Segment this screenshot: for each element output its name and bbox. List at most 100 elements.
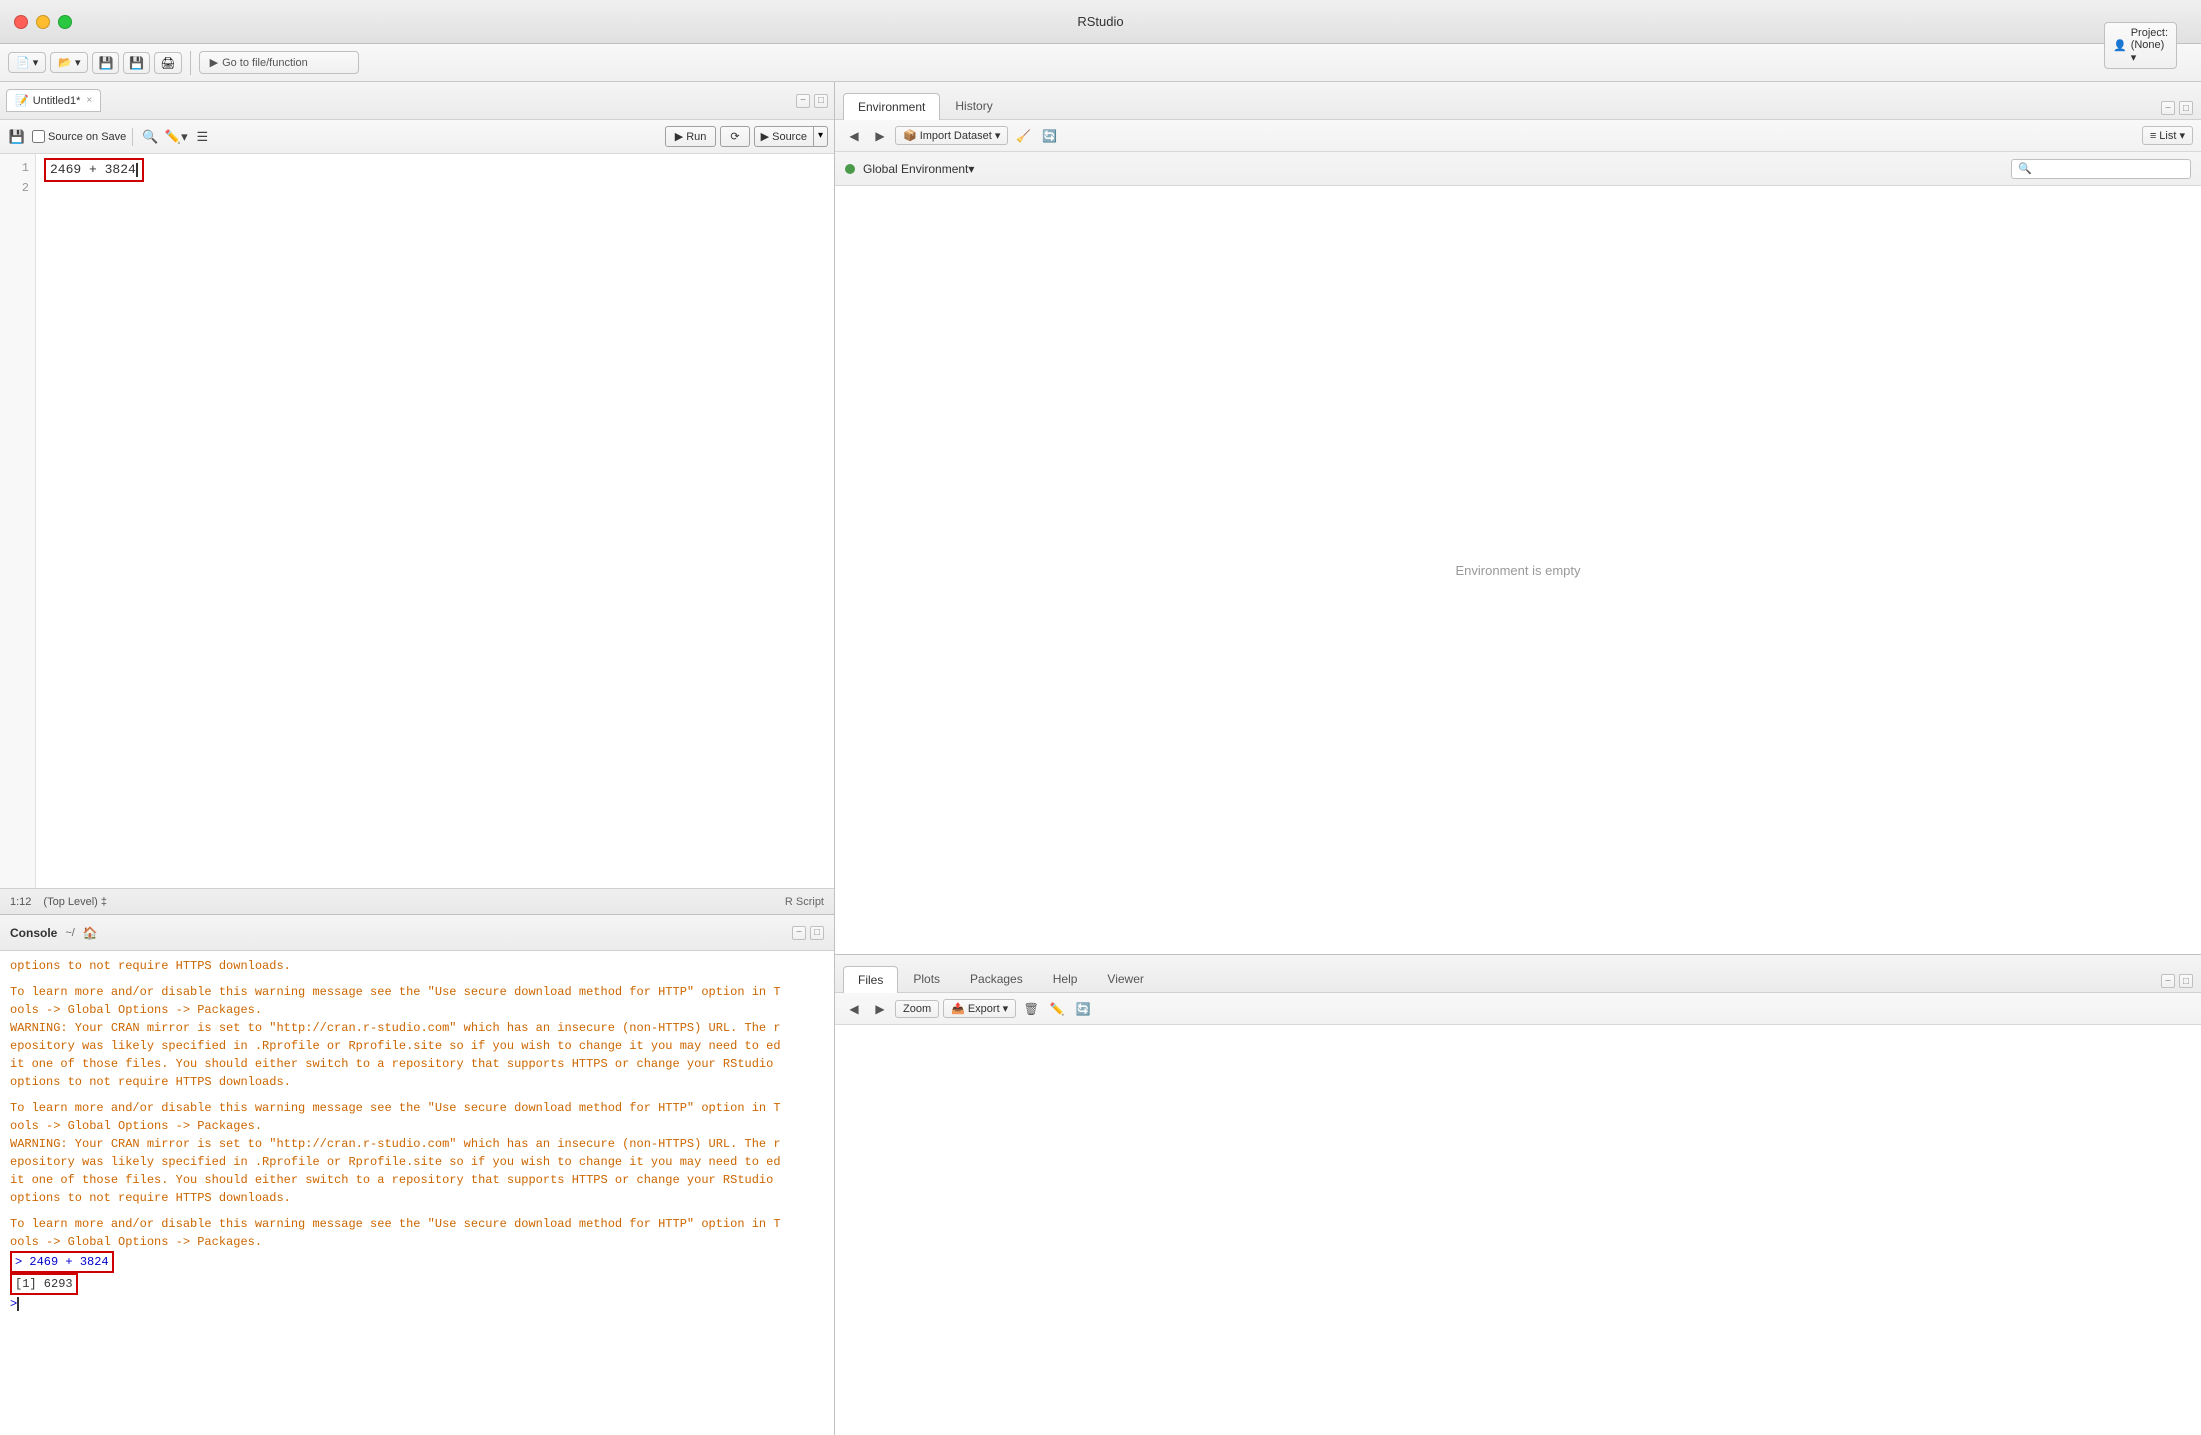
source-dropdown-button[interactable]: ▾: [814, 126, 828, 147]
maximize-button[interactable]: [58, 15, 72, 29]
menubar-separator: [190, 51, 191, 75]
run-label: Run: [686, 131, 706, 143]
source-label: Source: [772, 131, 807, 143]
env-forward-icon[interactable]: ▶: [869, 125, 891, 147]
env-tab-bar: Environment History − □: [835, 82, 2201, 120]
tab-history[interactable]: History: [940, 92, 1007, 119]
run-button[interactable]: ▶ Run: [665, 126, 717, 147]
save-button[interactable]: 💾: [92, 52, 119, 74]
env-section: Environment History − □ ◀ ▶ 📦 Import Dat…: [835, 82, 2201, 955]
env-search-input[interactable]: [2011, 159, 2191, 179]
script-type-label: R Script: [785, 896, 824, 908]
files-section: Files Plots Packages Help Viewer − □ ◀ ▶…: [835, 955, 2201, 1435]
app-title: RStudio: [1077, 14, 1123, 29]
open-file-button[interactable]: 📂 ▾: [50, 52, 88, 73]
rerun-button[interactable]: ⟳: [720, 126, 749, 147]
import-dataset-button[interactable]: 📦 Import Dataset ▾: [895, 126, 1008, 145]
import-icon: 📦: [903, 129, 917, 142]
code-area[interactable]: 2469 + 3824: [36, 154, 834, 888]
plots-back-icon[interactable]: ◀: [843, 998, 865, 1020]
plots-edit-icon[interactable]: ✏️: [1046, 998, 1068, 1020]
zoom-label: Zoom: [903, 1003, 931, 1015]
minimize-button[interactable]: [36, 15, 50, 29]
tab-help[interactable]: Help: [1038, 965, 1093, 992]
console-spacer1: [10, 975, 824, 983]
tab-packages[interactable]: Packages: [955, 965, 1038, 992]
rerun-icon: ⟳: [730, 130, 739, 143]
right-panel: Environment History − □ ◀ ▶ 📦 Import Dat…: [835, 82, 2201, 1435]
editor-content[interactable]: 1 2 2469 + 3824: [0, 154, 834, 888]
editor-section: 📝 Untitled1* × − □ 💾 Source on Save: [0, 82, 834, 915]
env-refresh-icon[interactable]: 🔄: [1038, 125, 1060, 147]
source-on-save-input[interactable]: [32, 130, 45, 143]
code-line-1: 2469 + 3824: [44, 158, 826, 182]
console-warning-5c: it one of those files. You should either…: [10, 1171, 824, 1189]
console-warning-6b: ools -> Global Options -> Packages.: [10, 1233, 824, 1251]
console-content[interactable]: options to not require HTTPS downloads. …: [0, 951, 834, 1435]
tab-viewer[interactable]: Viewer: [1092, 965, 1158, 992]
source-button[interactable]: ▶ Source: [754, 126, 814, 147]
console-path-icon[interactable]: 🏠: [83, 926, 98, 940]
editor-minimize-button[interactable]: −: [796, 94, 810, 108]
console-warning-4: To learn more and/or disable this warnin…: [10, 1099, 824, 1117]
chunk-icon[interactable]: ☰: [191, 126, 213, 148]
export-button-group: 📤 Export ▾: [943, 999, 1016, 1018]
env-empty-message: Environment is empty: [835, 186, 2201, 954]
console-command-line: > > 2469 + 3824 2469 + 3824: [10, 1251, 824, 1273]
line-number-1: 1: [0, 158, 35, 178]
files-maximize-button[interactable]: □: [2179, 974, 2193, 988]
line-number-2: 2: [0, 178, 35, 198]
goto-label: Go to file/function: [222, 57, 308, 69]
global-env-button[interactable]: Global Environment▾: [863, 162, 974, 176]
env-minimize-button[interactable]: −: [2161, 101, 2175, 115]
files-minimize-button[interactable]: −: [2161, 974, 2175, 988]
console-warning-4b: ools -> Global Options -> Packages.: [10, 1117, 824, 1135]
new-file-icon: 📄: [16, 56, 30, 69]
tab-plots[interactable]: Plots: [898, 965, 955, 992]
console-warning-5a: WARNING: Your CRAN mirror is set to "htt…: [10, 1135, 824, 1153]
export-button[interactable]: 📤 Export ▾: [943, 999, 1016, 1018]
source-button-group: ▶ Source ▾: [754, 126, 828, 147]
tab-close-button[interactable]: ×: [86, 95, 92, 106]
plots-refresh-icon[interactable]: 🔄: [1072, 998, 1094, 1020]
plots-delete-icon[interactable]: 🗑: [1020, 998, 1042, 1020]
list-button[interactable]: ≡ List ▾: [2142, 126, 2193, 145]
export-icon: 📤: [951, 1002, 965, 1015]
global-env-dot: [845, 164, 855, 174]
console-title: Console: [10, 926, 57, 940]
new-file-button[interactable]: 📄 ▾: [8, 52, 46, 73]
console-spacer2: [10, 1091, 824, 1099]
save-toolbar-icon[interactable]: 💾: [6, 126, 28, 148]
console-warning-5d: options to not require HTTPS downloads.: [10, 1189, 824, 1207]
save-all-icon: 💾: [129, 56, 144, 70]
search-toolbar-icon[interactable]: 🔍: [139, 126, 161, 148]
env-clear-icon[interactable]: 🧹: [1012, 125, 1034, 147]
console-warning-3c: it one of those files. You should either…: [10, 1055, 824, 1073]
save-all-button[interactable]: 💾: [123, 52, 150, 74]
source-on-save-checkbox[interactable]: Source on Save: [32, 130, 126, 143]
env-empty-text: Environment is empty: [1456, 563, 1581, 578]
console-prompt-line[interactable]: >: [10, 1295, 824, 1313]
console-active-prompt: >: [10, 1295, 17, 1313]
tab-files[interactable]: Files: [843, 966, 898, 993]
editor-tab-untitled1[interactable]: 📝 Untitled1* ×: [6, 89, 101, 112]
editor-maximize-button[interactable]: □: [814, 94, 828, 108]
main-layout: 📝 Untitled1* × − □ 💾 Source on Save: [0, 82, 2201, 1435]
goto-file-button[interactable]: ▶ Go to file/function: [199, 51, 359, 74]
project-icon: 👤: [2113, 39, 2127, 52]
env-back-icon[interactable]: ◀: [843, 125, 865, 147]
window-controls: [14, 15, 72, 29]
print-button[interactable]: 🖨: [154, 52, 181, 74]
code-tools-icon[interactable]: ✏️▾: [165, 126, 187, 148]
zoom-button[interactable]: Zoom: [895, 1000, 939, 1018]
console-spacer3: [10, 1207, 824, 1215]
env-maximize-button[interactable]: □: [2179, 101, 2193, 115]
close-button[interactable]: [14, 15, 28, 29]
console-minimize-button[interactable]: −: [792, 926, 806, 940]
console-maximize-button[interactable]: □: [810, 926, 824, 940]
line-numbers: 1 2: [0, 154, 36, 888]
tab-environment[interactable]: Environment: [843, 93, 940, 120]
console-highlighted-result: [1] 6293: [10, 1273, 78, 1295]
plots-forward-icon[interactable]: ▶: [869, 998, 891, 1020]
r-script-icon: 📝: [15, 94, 29, 107]
